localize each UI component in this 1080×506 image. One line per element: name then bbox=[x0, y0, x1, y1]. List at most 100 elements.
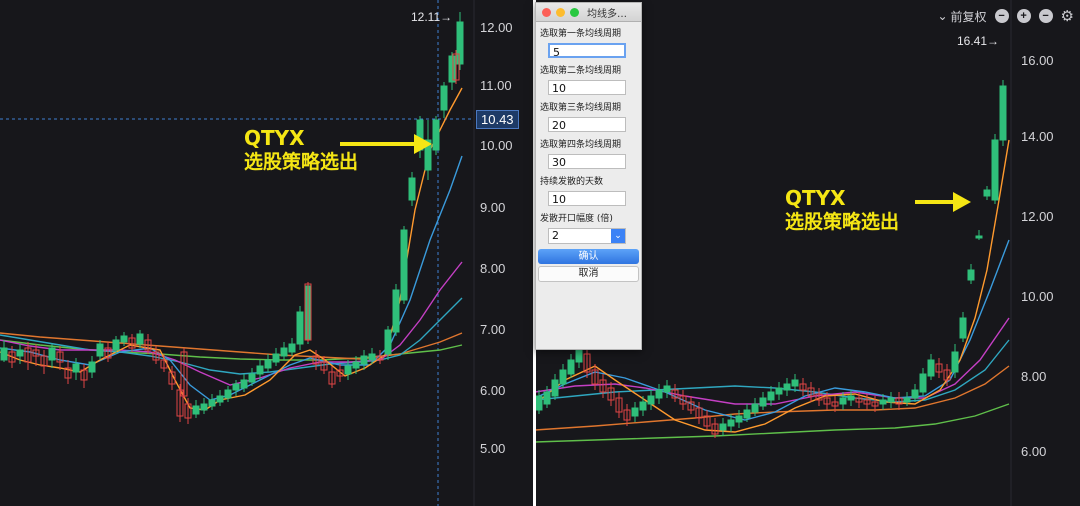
ma3-period-input[interactable]: 20 bbox=[548, 117, 626, 132]
candle-body bbox=[559, 369, 567, 385]
zoom-window-icon[interactable] bbox=[570, 7, 579, 17]
dialog-titlebar[interactable]: 均线多… bbox=[536, 3, 641, 22]
cancel-button[interactable]: 取消 bbox=[538, 266, 639, 282]
peak-price-label: 16.41→ bbox=[957, 34, 999, 48]
adjust-label: 前复权 bbox=[950, 9, 987, 24]
ma10-line bbox=[0, 155, 463, 401]
candle-body bbox=[751, 403, 759, 413]
right-annotation: QTYX 选股策略选出 bbox=[785, 186, 899, 235]
candle-body bbox=[248, 373, 256, 383]
annotation-ticker: QTYX bbox=[244, 126, 305, 150]
ma-divergence-dialog[interactable]: 均线多… 选取第一条均线周期 5 选取第二条均线周期 10 选取第三条均线周期 … bbox=[535, 2, 642, 350]
candle-body bbox=[663, 385, 671, 393]
candle-body bbox=[543, 391, 551, 405]
ma1-period-input[interactable]: 5 bbox=[548, 43, 626, 59]
divergence-ratio-select[interactable]: 2 ⌄ bbox=[548, 228, 626, 244]
candle-body bbox=[535, 395, 543, 411]
candle-body bbox=[280, 347, 288, 357]
left-chart-canvas[interactable]: 12.00 11.00 10.00 9.00 8.00 7.00 6.00 5.00 12.11… bbox=[0, 0, 534, 506]
left-kline-chart[interactable]: 12.00 11.00 10.00 9.00 8.00 7.00 6.00 5.00 12.11… bbox=[0, 0, 534, 506]
left-annotation: QTYX 选股策略选出 bbox=[244, 126, 358, 175]
candle-body bbox=[631, 407, 639, 417]
gear-icon[interactable]: ⚙ bbox=[1061, 7, 1074, 25]
candle-body bbox=[975, 235, 983, 239]
candle-body bbox=[360, 355, 368, 365]
candle-body bbox=[232, 383, 240, 391]
chart-toolbar: ⌄ 前复权 − + − ⚙ bbox=[937, 6, 1080, 26]
candle-body bbox=[392, 289, 400, 333]
close-window-icon[interactable] bbox=[542, 7, 551, 17]
candle-body bbox=[224, 389, 232, 399]
price-tick-label: 10.00 bbox=[480, 138, 513, 153]
candle-body bbox=[384, 329, 392, 355]
price-tick-label: 8.00 bbox=[1021, 369, 1046, 384]
price-tick-label: 6.00 bbox=[1021, 444, 1046, 459]
candle-body bbox=[352, 361, 360, 369]
candle-body bbox=[440, 85, 448, 111]
candle-body bbox=[567, 359, 575, 375]
candle-body bbox=[575, 349, 583, 363]
ma1-label: 选取第一条均线周期 bbox=[540, 29, 622, 39]
candle-body bbox=[639, 401, 647, 411]
price-tick-label: 14.00 bbox=[1021, 129, 1054, 144]
ma2-label: 选取第二条均线周期 bbox=[540, 66, 622, 76]
candle-body bbox=[719, 423, 727, 431]
days-label: 持续发散的天数 bbox=[540, 177, 604, 187]
annotation-text: 选股策略选出 bbox=[244, 151, 359, 173]
minus-circle-icon[interactable]: − bbox=[1038, 9, 1053, 23]
select-value: 2 bbox=[552, 229, 559, 242]
candle-body bbox=[775, 387, 783, 395]
adjust-dropdown[interactable]: ⌄ 前复权 bbox=[937, 8, 986, 25]
candle-body bbox=[408, 177, 416, 201]
candle-body bbox=[735, 415, 743, 423]
candle-body bbox=[967, 269, 975, 281]
candle-body bbox=[272, 353, 280, 363]
chevron-down-icon: ⌄ bbox=[611, 229, 625, 243]
ma2-period-input[interactable]: 10 bbox=[548, 80, 626, 95]
plus-circle-icon[interactable]: + bbox=[1016, 9, 1031, 23]
confirm-button[interactable]: 确认 bbox=[538, 249, 639, 264]
candle-body bbox=[0, 347, 8, 361]
candle-body bbox=[432, 119, 440, 151]
price-tick-label: 10.00 bbox=[1021, 289, 1054, 304]
minimize-window-icon[interactable] bbox=[556, 7, 565, 17]
minus-circle-icon[interactable]: − bbox=[994, 9, 1009, 23]
price-tick-label: 6.00 bbox=[480, 383, 505, 398]
candle-body bbox=[743, 409, 751, 419]
candle-body bbox=[208, 399, 216, 407]
candle-body bbox=[767, 391, 775, 401]
candle-body bbox=[983, 189, 991, 197]
candle-body bbox=[456, 21, 464, 65]
ma4-period-input[interactable]: 30 bbox=[548, 154, 626, 169]
chevron-down-icon: ⌄ bbox=[937, 9, 948, 23]
candle-body bbox=[551, 379, 559, 397]
candle-body bbox=[911, 389, 919, 399]
divergence-days-input[interactable]: 10 bbox=[548, 191, 626, 206]
ma120-line bbox=[535, 403, 1010, 443]
candle-body bbox=[264, 359, 272, 369]
candle-body bbox=[16, 349, 24, 357]
candle-body bbox=[759, 397, 767, 407]
candle-body bbox=[647, 395, 655, 405]
ratio-label: 发散开口幅度 (倍) bbox=[540, 214, 613, 224]
candle-body bbox=[727, 419, 735, 427]
candle-body bbox=[448, 55, 456, 83]
candle-body bbox=[72, 363, 80, 373]
candle-body bbox=[200, 403, 208, 411]
candle-body bbox=[999, 85, 1007, 141]
candle-body bbox=[216, 395, 224, 403]
price-tick-label: 16.00 bbox=[1021, 53, 1054, 68]
candle-body bbox=[887, 397, 895, 403]
ma4-label: 选取第四条均线周期 bbox=[540, 140, 622, 150]
candle-body bbox=[120, 335, 128, 343]
candle-body bbox=[96, 343, 104, 357]
peak-price-label: 12.11→ bbox=[411, 10, 452, 24]
price-tick-label: 7.00 bbox=[480, 322, 505, 337]
candle-body bbox=[927, 359, 935, 377]
candle-body bbox=[256, 365, 264, 375]
candle-body bbox=[136, 333, 144, 345]
annotation-ticker: QTYX bbox=[785, 186, 846, 210]
price-tick-label: 11.00 bbox=[480, 78, 512, 93]
ma3-label: 选取第三条均线周期 bbox=[540, 103, 622, 113]
candle-body bbox=[48, 347, 56, 361]
